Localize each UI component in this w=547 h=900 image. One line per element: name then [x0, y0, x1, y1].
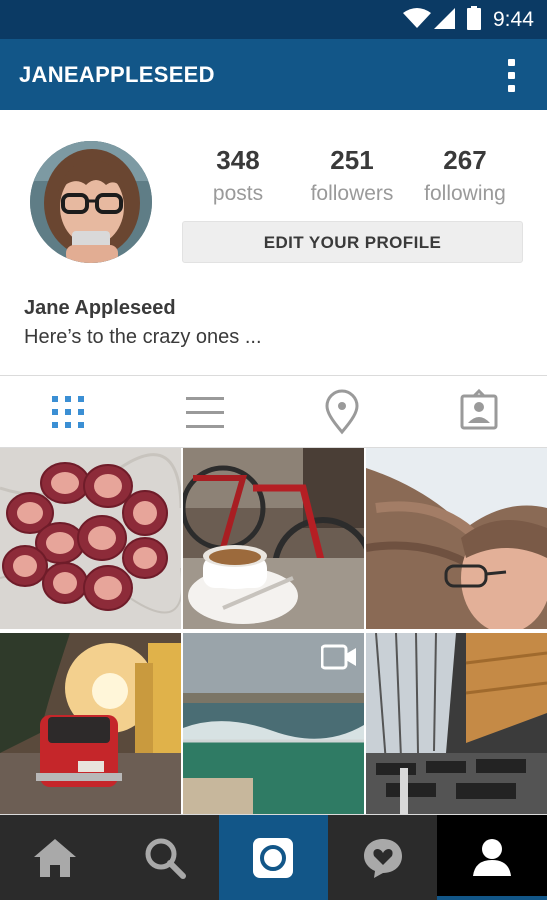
status-bar: 9:44 [0, 0, 547, 39]
nav-profile[interactable] [437, 815, 547, 900]
tab-map-view[interactable] [317, 387, 367, 437]
stat-followers[interactable]: 251 followers [295, 145, 409, 206]
stat-following-value: 267 [443, 145, 487, 175]
profile-username: JANEAPPLESEED [19, 62, 215, 87]
nav-activity[interactable] [328, 815, 437, 900]
stat-following[interactable]: 267 following [408, 145, 522, 206]
stat-posts[interactable]: 348 posts [181, 145, 295, 206]
home-icon [34, 839, 76, 877]
avatar-photo [30, 141, 152, 263]
post-thumbnail[interactable] [0, 448, 181, 629]
post-image-figs [0, 448, 181, 629]
post-image-red-car [0, 633, 181, 814]
bottom-navigation [0, 815, 547, 900]
photo-grid [0, 448, 547, 814]
camera-icon [253, 838, 293, 878]
wifi-icon [403, 8, 431, 28]
active-indicator [437, 896, 547, 900]
more-vert-icon[interactable] [500, 57, 524, 93]
nav-search[interactable] [110, 815, 219, 900]
profile-bio: Here’s to the crazy ones ... [24, 326, 262, 348]
profile-icon [473, 839, 511, 876]
stat-posts-value: 348 [216, 145, 260, 175]
post-image-coffee [183, 448, 364, 629]
grid-icon [52, 396, 84, 428]
post-image-portrait [366, 448, 547, 629]
search-icon [145, 838, 186, 879]
post-thumbnail[interactable] [183, 448, 364, 629]
activity-heart-icon [364, 839, 402, 878]
signal-icon [434, 8, 455, 29]
stat-following-label: following [424, 182, 506, 205]
list-icon [186, 397, 224, 428]
post-thumbnail[interactable] [366, 448, 547, 629]
stat-followers-value: 251 [330, 145, 374, 175]
post-thumbnail[interactable] [366, 633, 547, 814]
profile-full-name: Jane Appleseed [24, 297, 176, 319]
video-camera-icon [321, 644, 356, 670]
nav-camera[interactable] [219, 815, 328, 900]
post-image-airport [366, 633, 547, 814]
divider [0, 375, 547, 376]
stat-posts-label: posts [212, 182, 264, 205]
stat-followers-label: followers [310, 182, 394, 205]
nav-home[interactable] [0, 815, 110, 900]
tab-grid-view[interactable] [43, 387, 93, 437]
location-pin-icon [325, 389, 359, 435]
edit-profile-button[interactable]: EDIT YOUR PROFILE [182, 221, 523, 263]
status-time: 9:44 [493, 8, 534, 31]
tagged-photos-icon [460, 388, 498, 430]
post-thumbnail[interactable] [0, 633, 181, 814]
avatar[interactable] [30, 141, 152, 263]
post-thumbnail[interactable] [183, 633, 364, 814]
tab-list-view[interactable] [180, 387, 230, 437]
app-bar: JANEAPPLESEED [0, 39, 547, 110]
battery-icon [467, 6, 481, 30]
tab-tagged-view[interactable] [454, 387, 504, 437]
